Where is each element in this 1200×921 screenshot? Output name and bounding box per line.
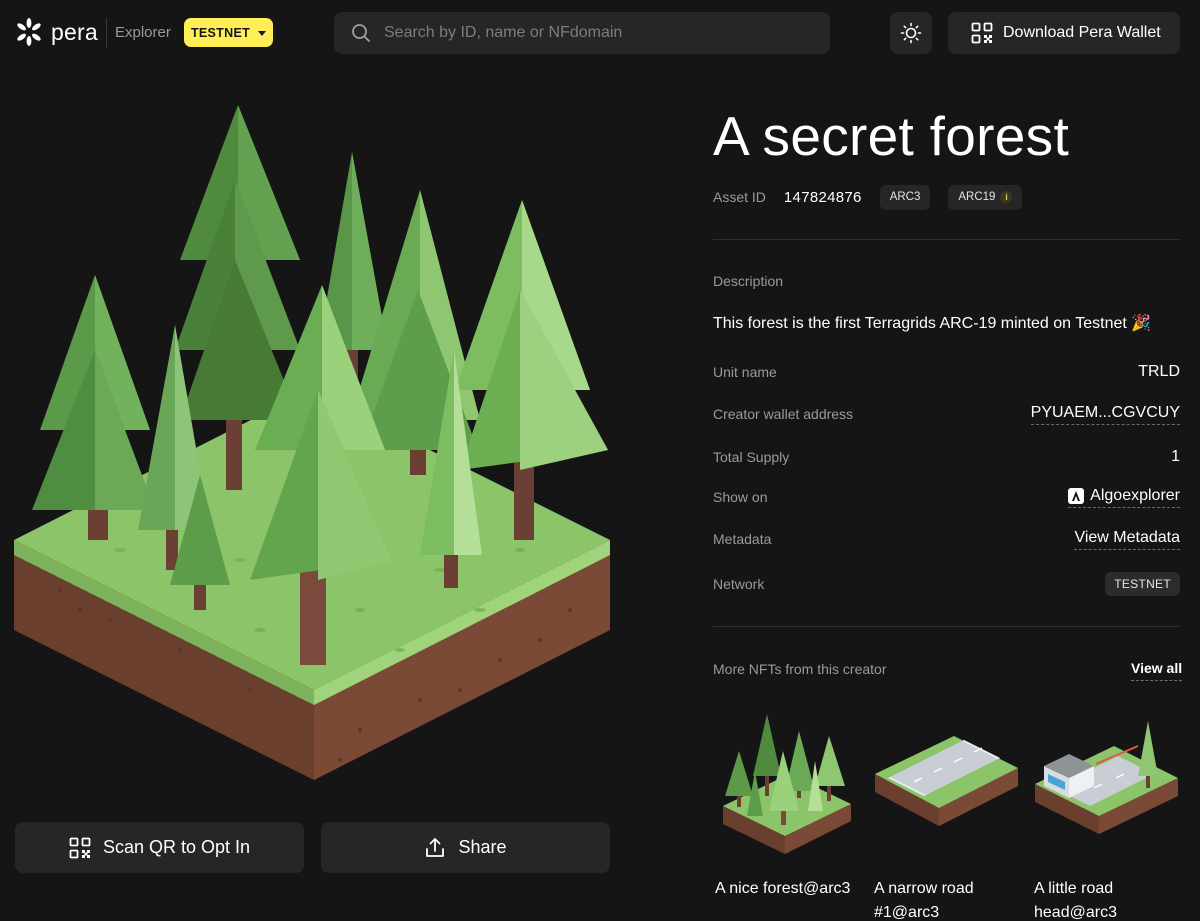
asset-id-label: Asset ID xyxy=(713,189,766,205)
property-row-unit-name: Unit name TRLD xyxy=(713,363,1180,380)
network-badge: TESTNET xyxy=(1105,572,1180,596)
pera-logo-icon xyxy=(17,18,41,46)
search-input[interactable] xyxy=(384,24,804,42)
theme-toggle-button[interactable] xyxy=(890,12,932,54)
network-selector-label: TESTNET xyxy=(190,25,251,40)
download-wallet-button[interactable]: Download Pera Wallet xyxy=(948,12,1180,54)
asset-id-value[interactable]: 147824876 xyxy=(784,189,862,206)
logo-text: pera xyxy=(51,18,98,45)
nft-name: A nice forest@arc3 xyxy=(715,880,851,897)
asset-title: A secret forest xyxy=(713,105,1070,167)
algoexplorer-icon xyxy=(1068,487,1085,504)
chevron-down-icon xyxy=(258,30,267,36)
nft-name: A narrow road #1@arc3 xyxy=(874,880,974,921)
view-metadata-link[interactable]: View Metadata xyxy=(1074,529,1180,550)
divider xyxy=(713,626,1180,627)
standard-badge-arc3: ARC3 xyxy=(879,184,931,210)
search-bar[interactable] xyxy=(334,12,830,54)
nft-thumbnail xyxy=(875,736,1018,826)
explorer-label: Explorer xyxy=(115,24,171,41)
sun-icon xyxy=(900,22,922,44)
nft-card[interactable]: A nice forest@arc3 xyxy=(715,706,860,901)
standard-badge-arc19[interactable]: ARC19 i xyxy=(948,184,1023,210)
nft-artwork xyxy=(14,105,610,780)
info-icon[interactable]: i xyxy=(1000,191,1013,203)
network-selector[interactable]: TESTNET xyxy=(184,18,273,47)
qr-code-icon xyxy=(971,22,993,44)
tree-left xyxy=(32,275,155,540)
qr-code-icon xyxy=(69,837,91,858)
download-wallet-label: Download Pera Wallet xyxy=(1003,24,1161,41)
property-row-show-on: Show on Algoexplorer xyxy=(713,484,1180,510)
scan-qr-button[interactable]: Scan QR to Opt In xyxy=(15,822,304,873)
share-button[interactable]: Share xyxy=(321,822,610,873)
nft-thumbnail xyxy=(1035,721,1178,834)
search-icon xyxy=(352,24,370,42)
view-all-link[interactable]: View all xyxy=(1131,660,1183,681)
total-supply-value: 1 xyxy=(1171,448,1180,465)
unit-name-value: TRLD xyxy=(1138,363,1180,380)
top-nav: pera Explorer TESTNET Search by ID, name… xyxy=(0,0,1200,66)
algoexplorer-link[interactable]: Algoexplorer xyxy=(1068,487,1180,508)
asset-id-row: Asset ID 147824876 ARC3 ARC19 i xyxy=(713,184,1023,210)
pera-logo[interactable]: pera xyxy=(14,16,98,48)
logo-divider xyxy=(106,18,107,48)
property-row-network: Network TESTNET xyxy=(713,571,1180,597)
property-row-total-supply: Total Supply 1 xyxy=(713,448,1180,465)
more-nfts-label: More NFTs from this creator xyxy=(713,661,887,677)
property-row-creator: Creator wallet address PYUAEM...CGVCUY xyxy=(713,401,1180,427)
property-row-metadata: Metadata View Metadata xyxy=(713,526,1180,552)
nft-name: A little road head@arc3 xyxy=(1034,880,1117,921)
divider xyxy=(713,239,1180,240)
nft-card[interactable]: A little road head@arc3 xyxy=(1034,706,1179,921)
description-text: This forest is the first Terragrids ARC-… xyxy=(713,315,1152,332)
nft-thumbnail xyxy=(723,714,851,854)
share-icon xyxy=(426,837,445,857)
scan-qr-label: Scan QR to Opt In xyxy=(102,837,251,857)
creator-address-link[interactable]: PYUAEM...CGVCUY xyxy=(1030,404,1180,425)
share-label: Share xyxy=(458,837,507,857)
nft-card[interactable]: A narrow road #1@arc3 xyxy=(874,706,1019,921)
description-label: Description xyxy=(713,273,784,289)
